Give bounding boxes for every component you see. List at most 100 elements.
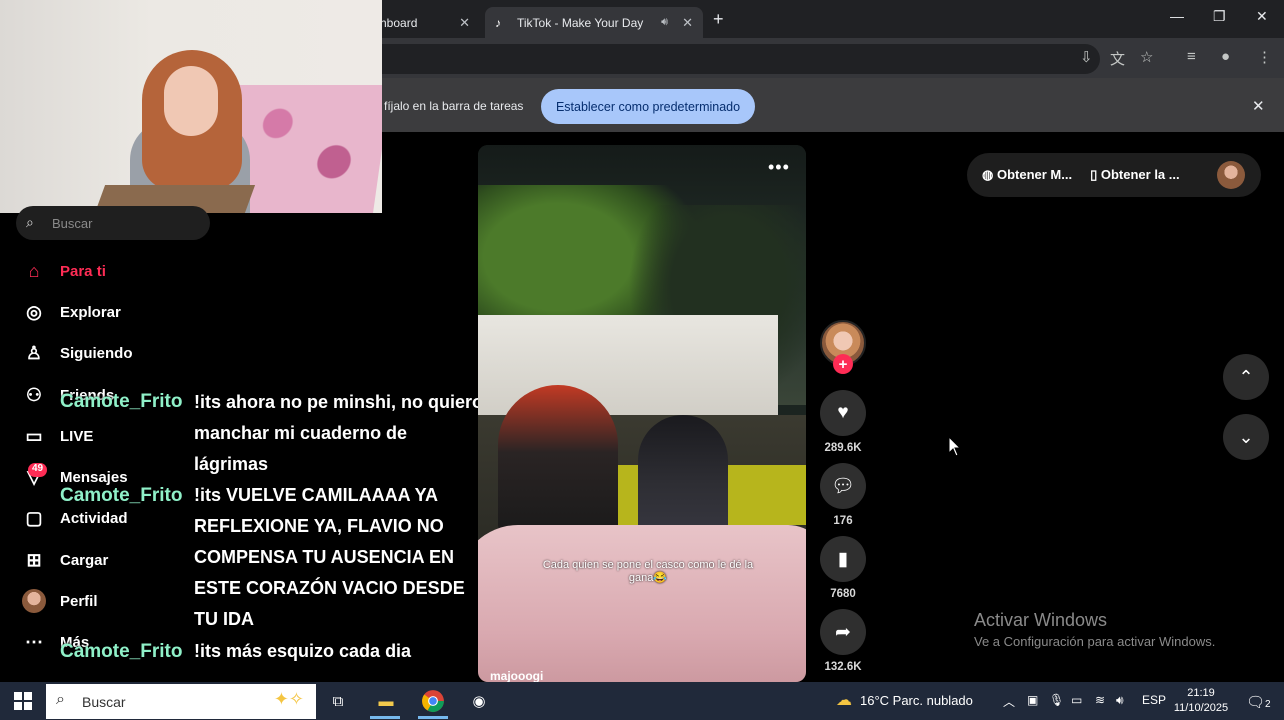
microphone-icon: 🎙︎ <box>1049 693 1065 707</box>
browser-tab-dashboard[interactable]: hboard ✕ <box>370 7 480 38</box>
save-count: 7680 <box>830 588 856 600</box>
sidebar-item-label: Cargar <box>60 551 109 569</box>
share-icon: ➦ <box>835 621 851 643</box>
battery-icon[interactable]: ▭ <box>1071 693 1082 707</box>
chat-username: Camote_Frito <box>60 641 183 662</box>
get-pc-button[interactable]: ▯ Obtener la ... <box>1090 167 1180 183</box>
chat-username: Camote_Frito <box>60 485 183 506</box>
avatar <box>22 589 46 613</box>
avatar[interactable] <box>1217 161 1245 189</box>
new-tab-icon[interactable]: + <box>713 9 724 30</box>
close-window-icon[interactable]: ✕ <box>1256 8 1268 25</box>
sidebar-item-siguiendo[interactable]: ♙ Siguiendo <box>22 338 222 368</box>
weather-widget[interactable]: ☁ 16°C Parc. nublado <box>836 690 973 710</box>
follow-plus-icon[interactable]: + <box>833 354 853 374</box>
sidebar-item-explorar[interactable]: ◎ Explorar <box>22 297 222 327</box>
like-button[interactable]: ♥ <box>820 390 866 436</box>
sidebar-item-label: Actividad <box>60 509 128 527</box>
menu-icon[interactable]: ⋮ <box>1257 48 1272 66</box>
messages-badge: 49 <box>28 463 48 477</box>
following-icon: ♙ <box>25 342 43 363</box>
previous-video-button[interactable]: ⌃ <box>1223 354 1269 400</box>
sidebar-item-label: Mensajes <box>60 468 128 486</box>
get-app-label: Obtener M... <box>996 167 1073 182</box>
language-indicator[interactable]: ESP <box>1142 693 1166 707</box>
sidebar-item-live[interactable]: ▭ LIVE <box>22 421 222 451</box>
mouse-cursor-icon <box>948 436 962 457</box>
clock-date: 11/10/2025 <box>1173 702 1229 714</box>
heart-icon: ♥ <box>837 402 849 423</box>
taskbar-search-input[interactable]: ⌕ Buscar ✦✧ <box>46 684 316 719</box>
home-icon: ⌂ <box>28 260 40 281</box>
video-player[interactable]: Cada quien se pone el casco como le dé l… <box>478 145 806 682</box>
bookmark-star-icon[interactable]: ☆ <box>1140 48 1153 66</box>
activate-windows-subtitle: Ve a Configuración para activar Windows. <box>974 634 1216 649</box>
sidebar-item-label: Perfil <box>60 592 98 610</box>
video-caption: Cada quien se pone el casco como le dé l… <box>542 559 754 584</box>
share-button[interactable]: ➦ <box>820 609 866 655</box>
search-icon: ⌕ <box>26 214 34 230</box>
get-app-button[interactable]: ◍ Obtener M... <box>982 167 1072 183</box>
sidebar-item-para-ti[interactable]: ⌂ Para ti <box>22 256 222 286</box>
sidebar-item-actividad[interactable]: ▢ Actividad <box>22 503 222 533</box>
phone-app-icon: ◍ <box>982 167 997 182</box>
close-tab-icon[interactable]: ✕ <box>459 15 470 31</box>
task-view-icon[interactable]: ⧉ <box>326 689 350 713</box>
chat-message: !its VUELVE CAMILAAAA YA REFLEXIONE YA, … <box>194 485 465 629</box>
chevron-up-icon[interactable]: ︿ <box>1003 693 1015 710</box>
chrome-icon[interactable] <box>421 689 445 713</box>
more-options-icon[interactable]: ••• <box>768 157 790 178</box>
save-button[interactable]: ▮ <box>820 536 866 582</box>
sidebar-item-label: Siguiendo <box>60 344 133 362</box>
install-app-icon[interactable]: ⇩ <box>1080 48 1093 66</box>
profile-icon[interactable]: ● <box>1221 48 1230 65</box>
close-tab-icon[interactable]: ✕ <box>682 15 693 31</box>
activate-windows-title: Activar Windows <box>974 610 1108 630</box>
pink-car <box>478 525 806 682</box>
sidebar-item-perfil[interactable]: Perfil <box>22 586 222 616</box>
tab-label: hboard <box>380 15 418 30</box>
person-face <box>164 66 218 136</box>
chat-username: Camote_Frito <box>60 391 183 412</box>
speaker-icon[interactable]: 🔊︎ <box>661 16 668 29</box>
notifications-icon[interactable]: 🗨︎2 <box>1246 693 1271 711</box>
search-placeholder: Buscar <box>52 215 93 231</box>
webcam-overlay <box>0 0 382 213</box>
video-author[interactable]: majooogi <box>490 669 543 682</box>
tab-label: TikTok - Make Your Day <box>517 15 644 30</box>
comment-button[interactable]: 💬︎ <box>820 463 866 509</box>
sidebar-item-cargar[interactable]: ⊞ Cargar <box>22 545 222 575</box>
wifi-icon[interactable]: ≋ <box>1095 693 1105 707</box>
sidebar-item-label: Para ti <box>60 262 106 280</box>
file-explorer-icon[interactable]: ▬ <box>374 689 398 713</box>
windows-start-icon[interactable] <box>14 692 32 710</box>
browser-tab-tiktok[interactable]: ♪ TikTok - Make Your Day 🔊︎ ✕ <box>485 7 703 38</box>
clock-time: 21:19 <box>1187 687 1215 699</box>
cloud-sun-icon: ☁ <box>836 692 852 709</box>
search-icon: ⌕ <box>56 691 65 708</box>
chevron-up-icon: ⌃ <box>1238 366 1254 387</box>
camera-icon: ▣ <box>1027 693 1039 707</box>
share-count: 132.6K <box>824 661 862 673</box>
compass-icon: ◎ <box>26 301 42 322</box>
clock[interactable]: 21:19 11/10/2025 <box>1166 686 1236 716</box>
address-input[interactable] <box>300 44 1100 74</box>
set-default-button[interactable]: Establecer como predeterminado <box>541 89 755 124</box>
chat-message: !its ahora no pe minshi, no quiero manch… <box>194 392 484 474</box>
volume-icon[interactable]: 🔊︎ <box>1116 693 1124 708</box>
notifications-count: 2 <box>1265 699 1271 710</box>
translate-icon[interactable]: 文 <box>1110 48 1125 69</box>
device-icon: ▯ <box>1090 167 1101 182</box>
maximize-icon[interactable]: ❐ <box>1213 8 1226 25</box>
infobar-text: fíjalo en la barra de tareas <box>384 99 524 113</box>
chevron-down-icon: ⌄ <box>1238 426 1254 447</box>
media-controls-icon[interactable]: ≡ <box>1187 48 1196 65</box>
search-input[interactable]: ⌕ Buscar <box>16 206 210 240</box>
minimize-icon[interactable]: — <box>1170 8 1184 24</box>
sidebar-item-label: Explorar <box>60 303 121 321</box>
next-video-button[interactable]: ⌄ <box>1223 414 1269 460</box>
close-infobar-icon[interactable]: ✕ <box>1252 97 1265 115</box>
tiktok-favicon-icon: ♪ <box>495 15 501 30</box>
weather-text: 16°C Parc. nublado <box>860 692 973 708</box>
obs-recording-icon[interactable]: ◉ <box>467 689 491 713</box>
